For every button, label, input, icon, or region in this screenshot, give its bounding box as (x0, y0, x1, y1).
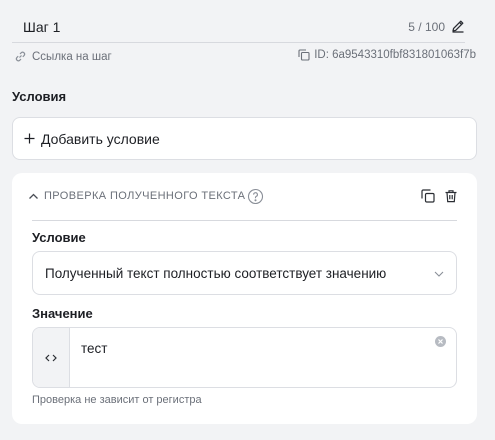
condition-select[interactable]: Полученный текст полностью соответствует… (32, 251, 457, 295)
pencil-icon[interactable] (451, 19, 465, 33)
value-input[interactable]: тест (32, 327, 457, 388)
conditions-title: Условия (12, 89, 67, 104)
trash-icon[interactable] (444, 189, 458, 203)
condition-select-value: Полученный текст полностью соответствует… (45, 265, 387, 281)
copy-icon[interactable] (298, 49, 310, 61)
link-icon (15, 51, 26, 62)
collapse-toggle[interactable]: ПРОВЕРКА ПОЛУЧЕННОГО ТЕКСТА (28, 190, 245, 202)
duplicate-icon[interactable] (421, 189, 435, 203)
condition-card: ПРОВЕРКА ПОЛУЧЕННОГО ТЕКСТА Условие Полу… (12, 173, 477, 424)
value-label: Значение (32, 306, 93, 321)
card-title: ПРОВЕРКА ПОЛУЧЕННОГО ТЕКСТА (44, 190, 246, 202)
chevron-down-icon (434, 271, 444, 277)
step-meta: Ссылка на шаг ID: 6a9543310fbf831801063f… (12, 48, 477, 66)
chevron-up-icon (29, 193, 38, 199)
step-id[interactable]: ID: 6a9543310fbf831801063f7b (298, 49, 476, 61)
help-icon[interactable] (247, 188, 264, 205)
step-link-label: Ссылка на шаг (32, 50, 112, 63)
plus-icon (24, 133, 35, 144)
value-text[interactable]: тест (81, 341, 107, 356)
clear-icon[interactable] (435, 336, 446, 347)
add-condition-button[interactable]: Добавить условие (12, 117, 477, 160)
card-divider (32, 220, 457, 221)
card-header: ПРОВЕРКА ПОЛУЧЕННОГО ТЕКСТА (28, 188, 458, 208)
condition-label: Условие (32, 230, 86, 245)
case-insensitive-hint: Проверка не зависит от регистра (32, 394, 202, 406)
step-id-label: ID: 6a9543310fbf831801063f7b (314, 49, 476, 61)
step-name[interactable]: Шаг 1 (23, 19, 60, 35)
add-condition-label: Добавить условие (41, 130, 160, 147)
card-actions (421, 189, 458, 203)
step-name-field[interactable]: Шаг 1 5 / 100 (12, 12, 465, 43)
code-icon (45, 354, 57, 361)
step-link[interactable]: Ссылка на шаг (14, 50, 112, 63)
char-counter: 5 / 100 (408, 20, 445, 34)
code-toggle-button[interactable] (33, 328, 70, 387)
